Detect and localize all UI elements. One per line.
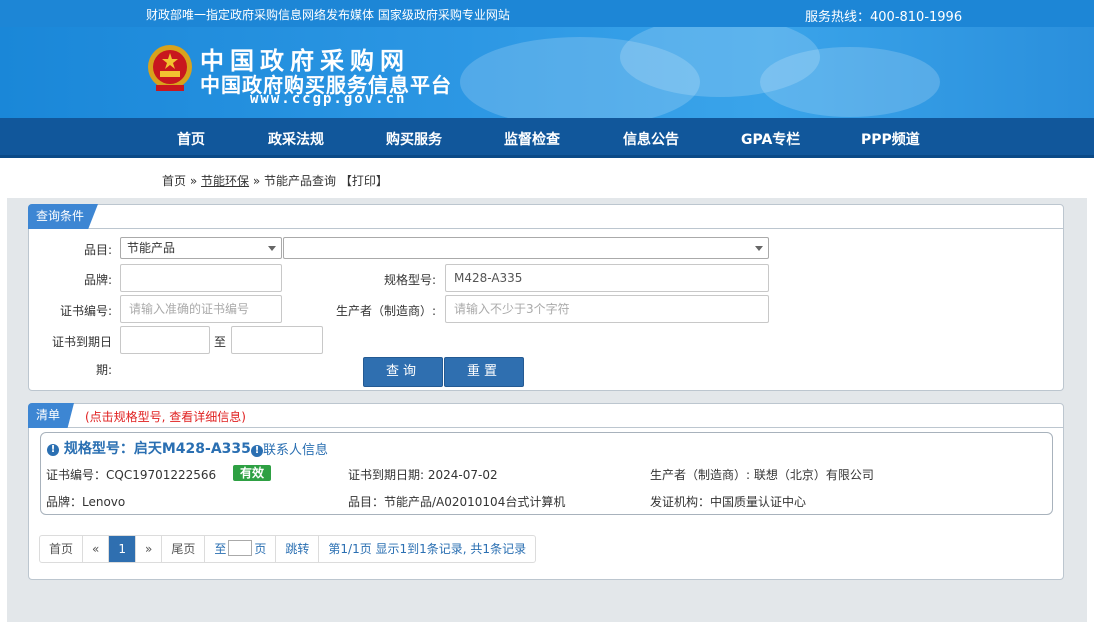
- query-panel-header: 查询条件: [28, 204, 1063, 229]
- nav-item-ppp[interactable]: PPP频道: [861, 129, 920, 149]
- page-current-button[interactable]: 1: [109, 536, 136, 562]
- manufacturer-label: 生产者（制造商）:: [335, 304, 436, 318]
- search-button[interactable]: 查询: [363, 357, 443, 387]
- category-select[interactable]: 节能产品: [120, 237, 282, 259]
- nav-item-announcements[interactable]: 信息公告: [623, 129, 679, 149]
- expiry-date-label-cont: 期:: [95, 363, 112, 377]
- site-url: www.ccgp.gov.cn: [250, 91, 407, 107]
- category-select-value: 节能产品: [127, 241, 176, 255]
- results-hint: (点击规格型号, 查看详细信息): [85, 410, 246, 424]
- results-panel-header: 清单 (点击规格型号, 查看详细信息): [28, 403, 1063, 428]
- page-summary: 第1/1页 显示1到1条记录, 共1条记录: [328, 542, 527, 556]
- expiry-date-from-input[interactable]: [120, 326, 210, 354]
- print-link[interactable]: 【打印】: [340, 174, 388, 188]
- page-goto-prefix: 至: [214, 542, 227, 556]
- result-brand: 品牌：Lenovo: [46, 495, 126, 509]
- nav-item-supervision[interactable]: 监督检查: [504, 129, 560, 149]
- nav-item-gpa[interactable]: GPA专栏: [741, 129, 800, 149]
- model-label: 规格型号:: [383, 273, 436, 287]
- national-emblem-icon: [148, 45, 192, 91]
- pagination: 首页 « 1 » 尾页 至页 跳转 第1/1页 显示1到1条记录, 共1条记录: [39, 535, 537, 563]
- status-badge: 有效: [233, 465, 272, 481]
- result-model-link[interactable]: ! 规格型号：启天M428-A335: [47, 438, 251, 458]
- cert-number-label: 证书编号:: [59, 304, 112, 318]
- site-banner: 中国政府采购网 中国政府购买服务信息平台 www.ccgp.gov.cn: [0, 27, 1094, 118]
- info-icon: !: [47, 444, 59, 456]
- page-last-button[interactable]: 尾页: [162, 536, 206, 562]
- top-bar: 财政部唯一指定政府采购信息网络发布媒体 国家级政府采购专业网站 服务热线：400…: [0, 0, 1094, 27]
- nav-item-purchase-services[interactable]: 购买服务: [386, 129, 442, 149]
- breadcrumb-separator: »: [189, 174, 198, 188]
- result-category: 品目：节能产品/A02010104台式计算机: [348, 495, 566, 509]
- page-goto-suffix: 页: [254, 542, 267, 556]
- manufacturer-input[interactable]: 请输入不少于3个字符: [445, 295, 769, 323]
- expiry-date-label: 证书到期日: [51, 335, 112, 349]
- banner-cloud: [760, 47, 940, 117]
- contact-info-label: 联系人信息: [263, 443, 329, 458]
- expiry-date-to-label: 至: [214, 335, 227, 349]
- breadcrumb-category[interactable]: 节能环保: [201, 174, 249, 188]
- expiry-date-to-input[interactable]: [231, 326, 323, 354]
- page-prev-button[interactable]: «: [83, 536, 110, 562]
- nav-item-regulations[interactable]: 政采法规: [268, 129, 324, 149]
- query-panel-title: 查询条件: [28, 204, 99, 229]
- result-expiry-date: 证书到期日期: 2024-07-02: [348, 468, 498, 482]
- chevron-down-icon: [755, 246, 763, 251]
- main-nav: 首页 政采法规 购买服务 监督检查 信息公告 GPA专栏 PPP频道: [0, 118, 1094, 158]
- result-issuer: 发证机构：中国质量认证中心: [650, 495, 807, 509]
- reset-button[interactable]: 重置: [444, 357, 524, 387]
- subcategory-select[interactable]: [283, 237, 769, 259]
- site-slogan: 财政部唯一指定政府采购信息网络发布媒体 国家级政府采购专业网站: [146, 8, 510, 22]
- nav-item-home[interactable]: 首页: [177, 129, 205, 149]
- page-goto: 至页: [205, 536, 277, 562]
- model-input[interactable]: M428-A335: [445, 264, 769, 292]
- page-goto-input[interactable]: [228, 540, 253, 556]
- brand-label: 品牌:: [83, 273, 112, 287]
- result-card: ! 规格型号：启天M428-A335 ! 联系人信息 证书编号：CQC197012…: [40, 432, 1053, 515]
- chevron-down-icon: [268, 246, 276, 251]
- result-manufacturer: 生产者（制造商）: 联想（北京）有限公司: [650, 468, 874, 482]
- breadcrumb: 首页 » 节能环保 » 节能产品查询 【打印】: [162, 172, 388, 189]
- page-first-button[interactable]: 首页: [40, 536, 84, 562]
- breadcrumb-separator: »: [252, 174, 261, 188]
- category-label: 品目:: [83, 243, 112, 257]
- page-jump-button[interactable]: 跳转: [276, 536, 320, 562]
- contact-info-link[interactable]: ! 联系人信息: [251, 439, 328, 458]
- service-hotline: 服务热线：400-810-1996: [805, 10, 963, 25]
- result-cert-number: 证书编号：CQC19701222566: [46, 468, 217, 482]
- page-next-button[interactable]: »: [136, 536, 163, 562]
- breadcrumb-home[interactable]: 首页: [162, 174, 186, 188]
- breadcrumb-current: 节能产品查询: [264, 174, 337, 188]
- results-panel-title: 清单: [28, 403, 75, 428]
- result-model-title: 规格型号：启天M428-A335: [63, 441, 251, 457]
- cert-number-input[interactable]: 请输入准确的证书编号: [120, 295, 282, 323]
- brand-input[interactable]: [120, 264, 282, 292]
- info-icon: !: [251, 445, 263, 457]
